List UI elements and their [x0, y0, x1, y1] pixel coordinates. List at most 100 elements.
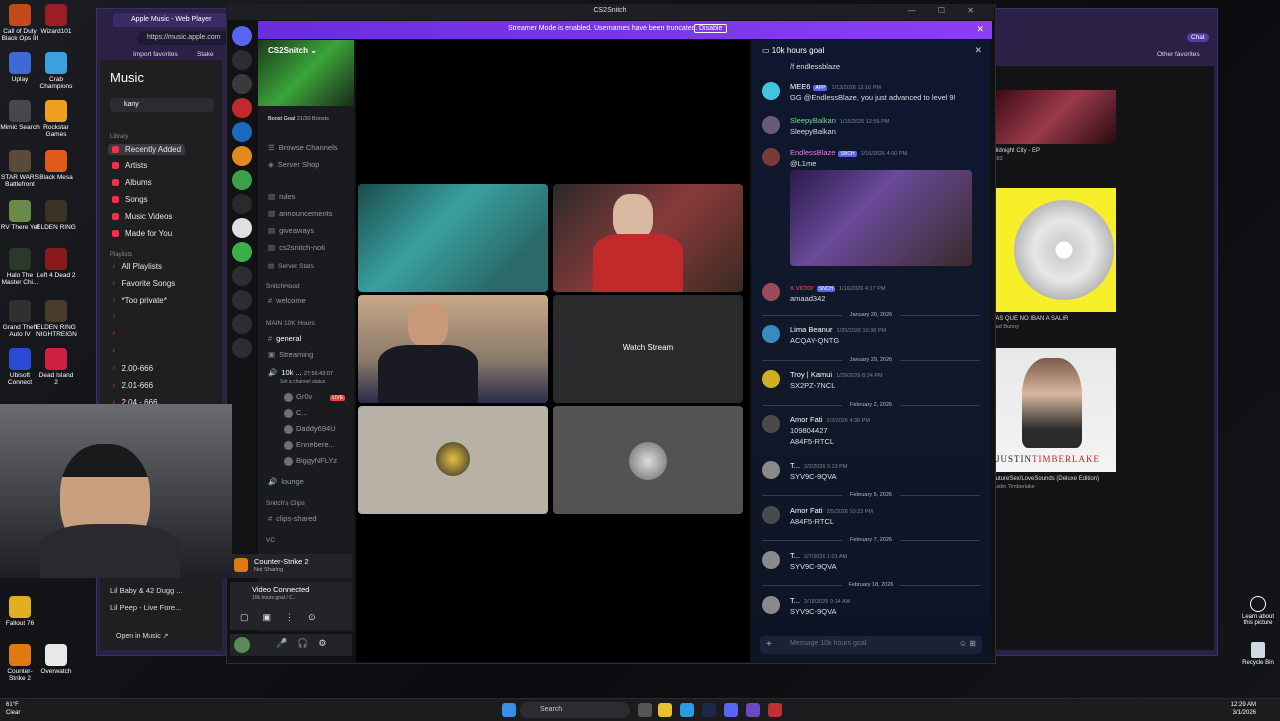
message-author[interactable]: T...: [790, 461, 800, 470]
message-author[interactable]: SleepyBalkan: [790, 116, 836, 125]
playlist-item[interactable]: ♪ 2.01-666: [112, 381, 153, 390]
message-avatar[interactable]: [762, 148, 780, 166]
desktop-icon[interactable]: Wizard101: [36, 4, 76, 35]
library-item[interactable]: Artists: [112, 161, 147, 170]
channel-clips-shared[interactable]: # clips-shared: [268, 514, 317, 523]
edge-icon[interactable]: [680, 703, 694, 717]
channel-welcome[interactable]: # welcome: [268, 296, 306, 305]
chat-message[interactable]: x.victor SNCH 1/16/2026 4:17 PM amaad342: [762, 283, 984, 307]
voice-member[interactable]: C...: [284, 408, 308, 418]
server-icon[interactable]: [232, 290, 252, 310]
server-icon[interactable]: [232, 242, 252, 262]
address-bar[interactable]: https://music.apple.com: [137, 31, 237, 45]
channel-item[interactable]: ▤ giveaways: [268, 226, 314, 235]
message-avatar[interactable]: [762, 551, 780, 569]
chat-close-icon[interactable]: ✕: [974, 45, 982, 56]
library-item[interactable]: Recently Added: [108, 144, 186, 155]
add-attachment-icon[interactable]: +: [766, 639, 772, 650]
video-tile-1[interactable]: [358, 184, 548, 292]
playlist-item[interactable]: ♪ 2.00-666: [112, 364, 153, 373]
channel-streaming[interactable]: ▣ Streaming: [268, 350, 313, 359]
server-icon[interactable]: [232, 98, 252, 118]
library-item[interactable]: Songs: [112, 195, 148, 204]
server-stats[interactable]: ▤ Server Stats: [268, 262, 314, 270]
chat-message[interactable]: SleepyBalkan 1/15/2026 12:56 PM SleepyBalk…: [762, 116, 984, 140]
start-icon[interactable]: [502, 703, 516, 717]
message-author[interactable]: x.victor: [790, 283, 814, 292]
desktop-icon[interactable]: Grand Theft Auto IV: [0, 300, 40, 338]
desktop-icon[interactable]: Black Mesa: [36, 150, 76, 181]
channel-item[interactable]: ▤ announcements: [268, 209, 332, 218]
boost-goal[interactable]: Boost Goal 21/30 Boosts: [268, 116, 329, 122]
chat-message[interactable]: T... 2/2/2026 5:13 PM SYV9C-9QVA: [762, 461, 984, 485]
category-main[interactable]: MAIN 10K Hours: [266, 320, 315, 327]
desktop-icon[interactable]: ELDEN RING: [36, 200, 76, 231]
banner-close-icon[interactable]: ✕: [976, 24, 984, 35]
message-author[interactable]: MEE6: [790, 82, 810, 91]
channel-general[interactable]: # general: [268, 334, 301, 343]
desktop-icon[interactable]: Mimic Search: [0, 100, 40, 131]
server-icon[interactable]: [232, 74, 252, 94]
playlist-bottom-1[interactable]: Lil Baby & 42 Dugg ...: [110, 586, 183, 595]
taskbar-search[interactable]: Search: [520, 702, 630, 718]
desktop-icon[interactable]: Rockstar Games: [36, 100, 76, 138]
chat-message[interactable]: Lima Beanur 1/20/2026 10:38 PM ACQAY-QNTG: [762, 325, 984, 349]
message-author[interactable]: EndlessBlaze: [790, 148, 835, 157]
desktop-icon[interactable]: ELDEN RING NIGHTREIGN: [36, 300, 77, 338]
playlist-item[interactable]: ♪: [112, 347, 122, 354]
app-icon[interactable]: [746, 703, 760, 717]
server-name[interactable]: CS2Snitch ⌄: [268, 46, 317, 55]
album-title-2[interactable]: LAS QUE NO IBAN A SALIR: [992, 316, 1068, 322]
desktop-icon[interactable]: Halo The Master Chi...: [0, 248, 40, 286]
message-author[interactable]: T...: [790, 551, 800, 560]
other-favorites[interactable]: Other favorites: [1157, 51, 1200, 58]
desktop-icon[interactable]: Crab Champions: [36, 52, 76, 90]
voice-member[interactable]: Daddy694U: [284, 424, 336, 434]
search-input[interactable]: kany: [110, 98, 214, 112]
category-clips[interactable]: Snitch's Clips: [266, 500, 305, 507]
file-explorer-icon[interactable]: [658, 703, 672, 717]
playlist-bottom-2[interactable]: Lil Peep - Live Fore...: [110, 603, 181, 612]
server-icon[interactable]: [232, 50, 252, 70]
chat-message[interactable]: Troy | Kamui 1/29/2026 8:24 PM SX2PZ-7NCL: [762, 370, 984, 394]
server-shop[interactable]: ◈ Server Shop: [268, 160, 319, 169]
avatar[interactable]: [234, 637, 250, 653]
task-view-icon[interactable]: [638, 703, 652, 717]
playlist-item[interactable]: ♪ Favorite Songs: [112, 279, 175, 288]
message-author[interactable]: T...: [790, 596, 800, 605]
disable-button[interactable]: Disable: [694, 24, 728, 33]
channel-lounge[interactable]: 🔊 lounge: [268, 477, 304, 486]
library-item[interactable]: Made for You: [112, 229, 172, 238]
playlist-item[interactable]: ♪ All Playlists: [112, 262, 162, 271]
message-avatar[interactable]: [762, 461, 780, 479]
message-avatar[interactable]: [762, 596, 780, 614]
album-title-3[interactable]: FutureSex/LoveSounds (Deluxe Edition): [992, 476, 1099, 482]
message-input[interactable]: + Message 10k hours goal ☺ ⊞: [760, 636, 982, 654]
server-icon[interactable]: [232, 218, 252, 238]
chat-message[interactable]: EndlessBlaze SNCH 1/16/2026 4:00 PM @L1me: [762, 148, 984, 266]
stream-tile[interactable]: Watch Stream: [553, 295, 743, 403]
discord-icon[interactable]: [724, 703, 738, 717]
clock[interactable]: 12:29 AM 3/1/2026: [1231, 701, 1256, 717]
user-controls[interactable]: 🎤🎧⚙: [276, 638, 336, 649]
playlist-item[interactable]: ♪: [112, 313, 122, 320]
browse-channels[interactable]: ☰ Browse Channels: [268, 143, 338, 152]
chat-message[interactable]: Amor Fati 2/5/2026 10:23 PM A84F5-RTCL: [762, 506, 984, 530]
desktop-icon[interactable]: Ubisoft Connect: [0, 348, 40, 386]
album-title-1[interactable]: Midnight City - EP: [992, 148, 1040, 154]
desktop-icon[interactable]: Overwatch: [36, 644, 76, 675]
weather-widget[interactable]: 61°F Clear: [6, 701, 20, 717]
library-item[interactable]: Music Videos: [112, 212, 172, 221]
video-tile-5[interactable]: [358, 406, 548, 514]
app-icon-2[interactable]: [768, 703, 782, 717]
album-cover-2[interactable]: [992, 188, 1116, 312]
window-controls[interactable]: — ☐ ✕: [908, 6, 984, 15]
open-in-music[interactable]: Open in Music ↗: [116, 632, 169, 640]
desktop-icon[interactable]: Fallout 76: [0, 596, 40, 627]
desktop-icon[interactable]: Left 4 Dead 2: [36, 248, 76, 279]
chat-button[interactable]: Chat: [1187, 33, 1209, 42]
emoji-icon[interactable]: ☺ ⊞: [959, 639, 976, 648]
album-cover-3[interactable]: JUSTINTIMBERLAKE: [992, 348, 1116, 472]
category-snitchhood[interactable]: SnitchHood: [266, 283, 300, 290]
channel-item[interactable]: ▤ rules: [268, 192, 295, 201]
